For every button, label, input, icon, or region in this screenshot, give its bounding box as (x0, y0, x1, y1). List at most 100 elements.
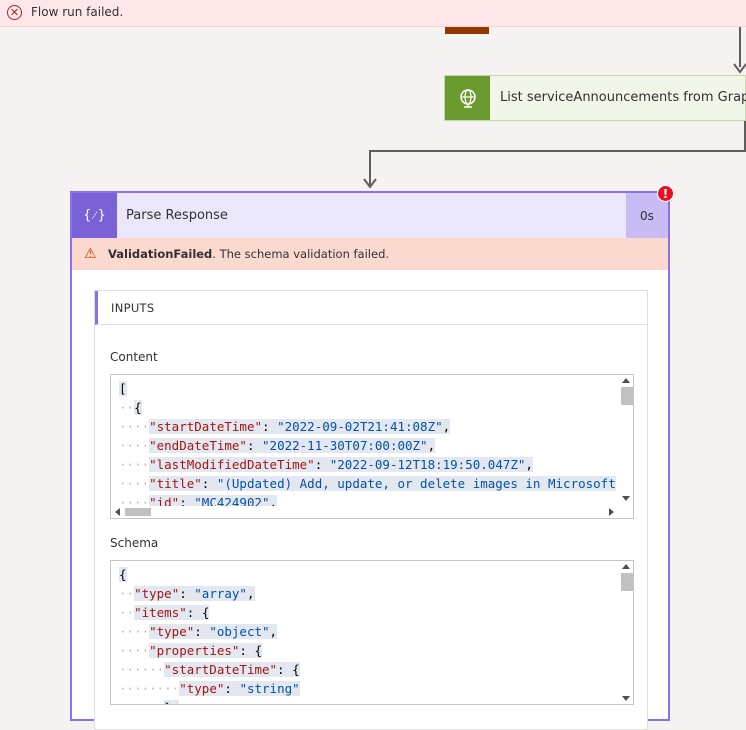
scroll-up-icon[interactable] (622, 378, 630, 383)
schema-code-line: ····"type": "object", (119, 622, 278, 641)
indent-guide: ···· (119, 624, 150, 639)
code-highlight: }, (164, 700, 180, 704)
inputs-label: INPUTS (111, 301, 155, 315)
json-colon: : (186, 605, 202, 620)
scroll-left-icon[interactable] (115, 508, 120, 516)
code-highlight: "properties": { (149, 643, 263, 658)
json-colon: : (262, 419, 278, 434)
scroll-down-icon[interactable] (622, 696, 630, 701)
content-code-line: ····"startDateTime": "2022-09-02T21:41:0… (119, 417, 451, 436)
validation-error-bar: ⚠ ValidationFailed. The schema validatio… (72, 238, 668, 270)
content-horizontal-scrollbar[interactable] (111, 506, 621, 518)
indent-guide: ·· (119, 586, 135, 601)
json-colon: : (246, 438, 263, 453)
scroll-thumb[interactable] (621, 387, 633, 405)
content-code-line: [ (119, 379, 127, 398)
code-highlight: "startDateTime": "2022-09-02T21:41:08Z", (149, 419, 451, 434)
json-punctuation: { (254, 643, 263, 658)
parse-response-title: Parse Response (126, 208, 228, 223)
content-vertical-scrollbar[interactable] (619, 375, 633, 506)
scroll-thumb[interactable] (125, 508, 151, 516)
json-punctuation: { (134, 400, 142, 415)
json-punctuation: , (246, 586, 255, 601)
code-highlight: "items": { (134, 605, 210, 620)
code-highlight: { (119, 567, 127, 582)
schema-code-line: { (119, 565, 127, 584)
scroll-right-icon[interactable] (609, 508, 614, 516)
json-value: "2022-11-30T07:00:00Z" (262, 438, 428, 453)
content-code-editor[interactable]: [··{····"startDateTime": "2022-09-02T21:… (110, 374, 634, 519)
schema-code-line: ········"type": "string" (119, 679, 300, 698)
content-label: Content (110, 350, 158, 364)
json-key: "title" (149, 476, 202, 491)
schema-label: Schema (110, 536, 159, 550)
schema-code-editor[interactable]: {··"type": "array", ··"items": {····"type… (110, 560, 634, 705)
json-key: "startDateTime" (149, 419, 262, 434)
json-key: "endDateTime" (149, 438, 247, 453)
validation-detail: . The schema validation failed. (212, 247, 390, 261)
indent-guide: ···· (119, 419, 150, 434)
code-highlight: "lastModifiedDateTime": "2022-09-12T18:1… (149, 457, 533, 472)
validation-code: ValidationFailed (108, 247, 213, 261)
indent-guide: ······ (119, 700, 164, 704)
indent-guide: ···· (119, 643, 150, 658)
braces-icon: {⁄} (72, 193, 117, 238)
json-colon: : (239, 643, 255, 658)
code-highlight: "startDateTime": { (164, 662, 300, 677)
json-colon: : (194, 624, 210, 639)
code-highlight: { (134, 400, 142, 415)
json-colon: : (201, 476, 217, 491)
inputs-section: INPUTS Content [··{····"startDateTime": … (94, 290, 648, 730)
scroll-up-icon[interactable] (622, 564, 630, 569)
content-code-line: ····"lastModifiedDateTime": "2022-09-12T… (119, 455, 533, 474)
content-code-line: ··{ (119, 398, 142, 417)
json-key: "properties" (149, 643, 240, 658)
json-punctuation: , (525, 457, 533, 472)
validation-message: ValidationFailed. The schema validation … (108, 247, 389, 261)
schema-code-line: ······"startDateTime": { (119, 660, 300, 679)
graph-step-card[interactable]: List serviceAnnouncements from Graph (444, 75, 746, 121)
flow-error-banner: ✕ Flow run failed. (0, 0, 746, 27)
code-highlight: "type": "string" (179, 681, 300, 696)
schema-vertical-scrollbar[interactable] (619, 561, 633, 704)
json-value: "string" (239, 681, 300, 696)
connector-arrow-icon (733, 63, 746, 74)
parse-response-header[interactable]: {⁄} Parse Response 0s (72, 193, 668, 238)
json-punctuation: { (201, 605, 210, 620)
schema-code-line: ··"type": "array", (119, 584, 255, 603)
json-punctuation: }, (164, 700, 179, 704)
json-value: "object" (209, 624, 270, 639)
indent-guide: ···· (119, 476, 150, 491)
json-key: "lastModifiedDateTime" (149, 457, 315, 472)
inputs-header[interactable]: INPUTS (95, 291, 647, 325)
scroll-thumb[interactable] (621, 573, 633, 591)
code-highlight: "title": "(Updated) Add, update, or dele… (149, 476, 616, 491)
json-value: "2022-09-12T18:19:50.047Z" (329, 457, 526, 472)
schema-code-line: ····"properties": { (119, 641, 263, 660)
content-code-line: ····"endDateTime": "2022-11-30T07:00:00Z… (119, 436, 436, 455)
json-punctuation: { (292, 662, 300, 677)
json-key: "type" (149, 624, 195, 639)
error-badge-icon[interactable]: ! (657, 185, 674, 202)
json-key: "items" (134, 605, 187, 620)
warning-icon: ⚠ (84, 246, 97, 262)
previous-step-card[interactable] (445, 27, 489, 34)
content-code-line: ····"title": "(Updated) Add, update, or … (119, 474, 616, 493)
json-colon: : (314, 457, 330, 472)
code-highlight: "endDateTime": "2022-11-30T07:00:00Z", (149, 438, 436, 453)
json-key: "startDateTime" (164, 662, 278, 677)
graph-step-label: List serviceAnnouncements from Graph (500, 90, 746, 105)
indent-guide: ········ (119, 681, 180, 696)
json-key: "type" (134, 586, 180, 601)
indent-guide: ···· (119, 438, 150, 453)
scroll-down-icon[interactable] (622, 496, 630, 501)
schema-code-line: ······}, (119, 698, 180, 704)
code-highlight: "type": "array", (134, 586, 255, 601)
json-value: "(Updated) Add, update, or delete images… (216, 476, 616, 491)
json-colon: : (224, 681, 240, 696)
connector-arrow-icon (363, 178, 377, 189)
connector-line (739, 27, 741, 67)
json-punctuation: , (269, 624, 278, 639)
indent-guide: ·· (119, 605, 135, 620)
schema-code-line: ··"items": { (119, 603, 210, 622)
